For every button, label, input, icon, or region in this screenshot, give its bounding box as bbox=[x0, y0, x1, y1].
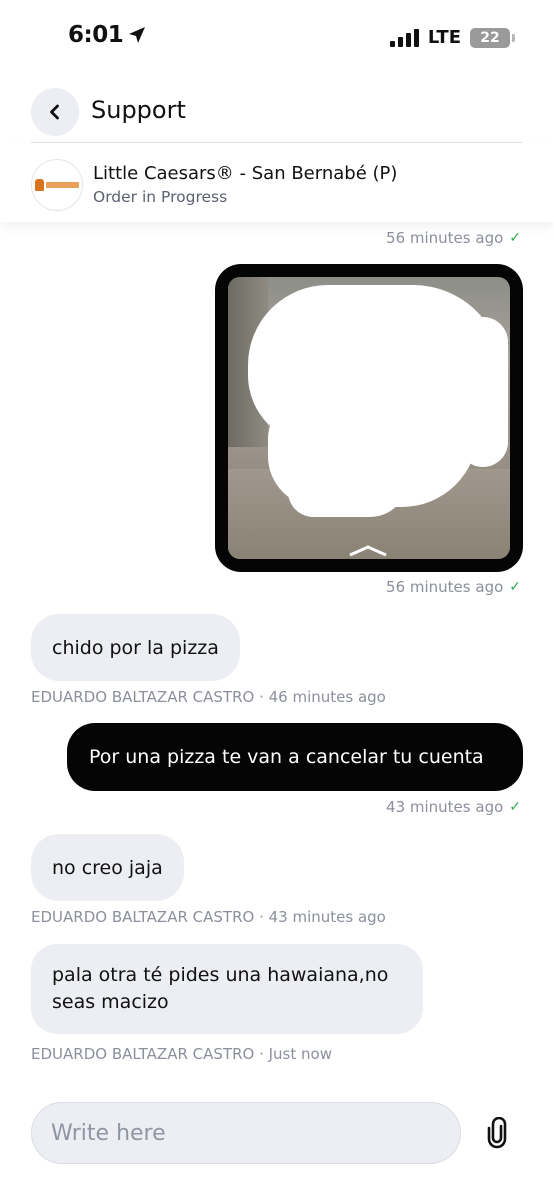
message-timestamp: 56 minutes ago ✓ bbox=[386, 229, 521, 247]
status-time: 6:01 bbox=[68, 22, 147, 48]
message-text: Por una pizza te van a cancelar tu cuent… bbox=[89, 746, 484, 768]
clock-text: 6:01 bbox=[68, 22, 124, 48]
sender-name: EDUARDO BALTAZAR CASTRO bbox=[31, 1045, 255, 1063]
incoming-message[interactable]: chido por la pizza bbox=[31, 614, 240, 681]
checkmark-icon: ✓ bbox=[509, 799, 521, 815]
store-name: Little Caesars® - San Bernabé (P) bbox=[93, 163, 398, 184]
battery-level: 22 bbox=[480, 29, 500, 46]
sender-name: EDUARDO BALTAZAR CASTRO bbox=[31, 908, 255, 926]
incoming-message[interactable]: no creo jaja bbox=[31, 834, 184, 901]
message-text: no creo jaja bbox=[52, 856, 163, 879]
message-time: 46 minutes ago bbox=[268, 688, 386, 706]
network-label: LTE bbox=[427, 27, 461, 48]
message-text: pala otra té pides una hawaiana,no seas … bbox=[52, 964, 389, 1013]
message-timestamp: 56 minutes ago ✓ bbox=[386, 578, 521, 596]
chevron-up-icon bbox=[349, 545, 387, 557]
battery-icon: 22 bbox=[470, 27, 515, 48]
message-time: 43 minutes ago bbox=[268, 908, 386, 926]
outgoing-message[interactable]: Por una pizza te van a cancelar tu cuent… bbox=[67, 723, 523, 791]
checkmark-icon: ✓ bbox=[509, 579, 521, 595]
message-text: chido por la pizza bbox=[52, 636, 219, 659]
message-time: Just now bbox=[268, 1045, 332, 1063]
message-input[interactable] bbox=[32, 1103, 460, 1163]
sender-name: EDUARDO BALTAZAR CASTRO bbox=[31, 688, 255, 706]
timestamp-text: 43 minutes ago bbox=[386, 798, 504, 816]
signal-icon bbox=[389, 28, 419, 47]
status-bar: 6:01 LTE 22 bbox=[0, 0, 554, 74]
order-status: Order in Progress bbox=[93, 188, 228, 206]
location-arrow-icon bbox=[129, 27, 146, 43]
little-caesars-logo-icon bbox=[35, 178, 79, 192]
sender-meta: EDUARDO BALTAZAR CASTRO · 43 minutes ago bbox=[31, 908, 386, 926]
redacted-photo bbox=[228, 277, 510, 559]
timestamp-text: 56 minutes ago bbox=[386, 229, 504, 247]
checkmark-icon: ✓ bbox=[509, 230, 521, 246]
message-composer bbox=[31, 1102, 461, 1164]
status-indicators: LTE 22 bbox=[389, 27, 515, 48]
paperclip-icon[interactable] bbox=[482, 1117, 512, 1149]
store-card[interactable]: Little Caesars® - San Bernabé (P) Order … bbox=[0, 144, 554, 222]
chevron-left-icon bbox=[50, 104, 59, 120]
header: Support bbox=[0, 86, 554, 142]
incoming-message[interactable]: pala otra té pides una hawaiana,no seas … bbox=[31, 944, 423, 1034]
page-title: Support bbox=[91, 96, 186, 124]
image-message[interactable] bbox=[215, 264, 523, 572]
header-divider bbox=[31, 142, 522, 143]
message-timestamp: 43 minutes ago ✓ bbox=[386, 798, 521, 816]
store-logo bbox=[31, 159, 83, 211]
timestamp-text: 56 minutes ago bbox=[386, 578, 504, 596]
sender-meta: EDUARDO BALTAZAR CASTRO · Just now bbox=[31, 1045, 332, 1063]
sender-meta: EDUARDO BALTAZAR CASTRO · 46 minutes ago bbox=[31, 688, 386, 706]
back-button[interactable] bbox=[31, 88, 79, 136]
